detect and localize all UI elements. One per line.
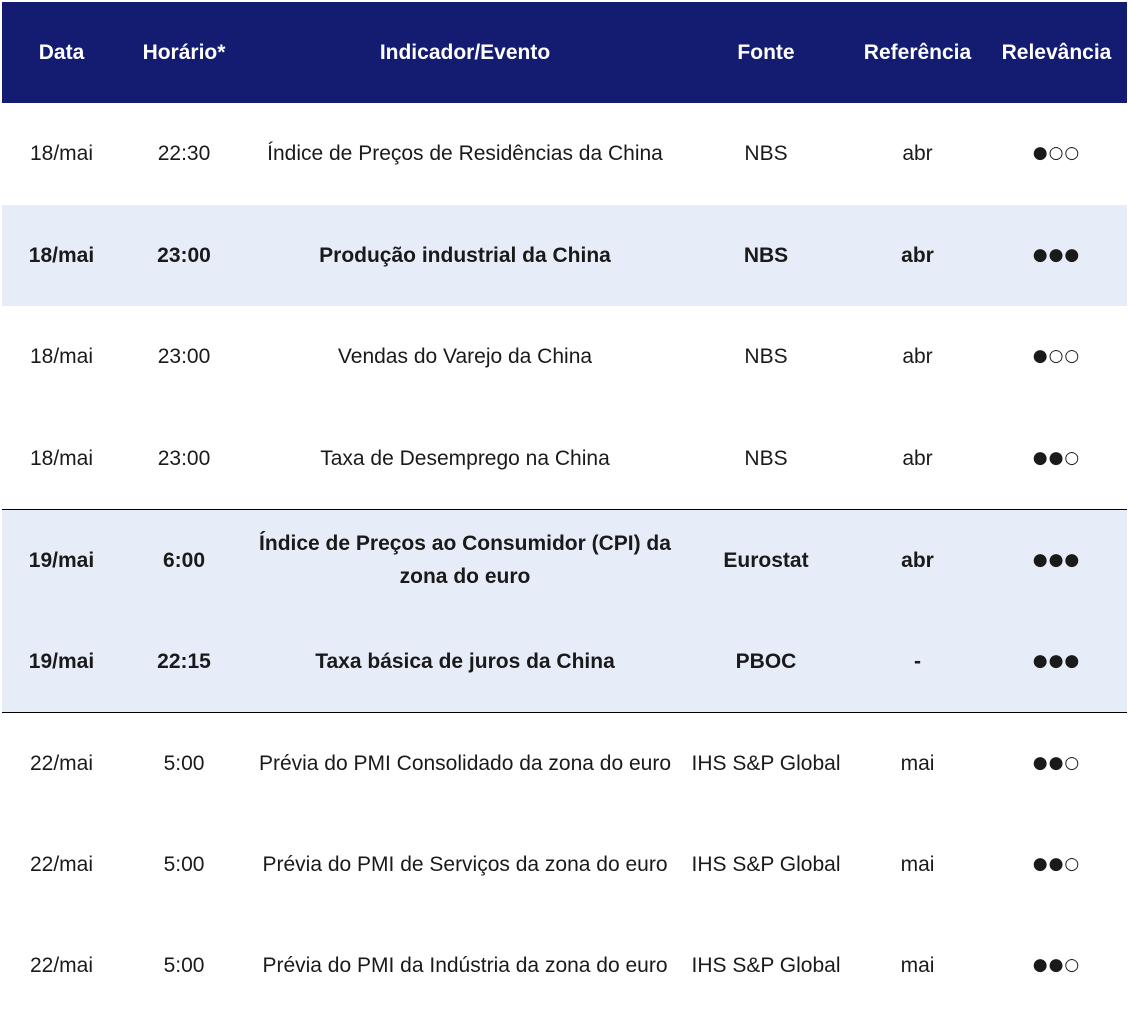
- row-date: 18/mai: [29, 345, 94, 369]
- table-row: 18/mai 23:00 Produção industrial da Chin…: [2, 204, 1127, 306]
- header-time: Horário*: [142, 41, 226, 64]
- row-reference: mai: [900, 852, 935, 876]
- row-date: 22/mai: [29, 852, 94, 876]
- row-source: IHS S&P Global: [691, 852, 841, 876]
- row-time: 23:00: [157, 345, 211, 369]
- row-source: IHS S&P Global: [691, 954, 841, 978]
- row-date: 18/mai: [29, 446, 94, 470]
- table-row: 22/mai 5:00 Prévia do PMI Consolidado da…: [2, 712, 1127, 814]
- relevance-dots: ●●●: [1032, 650, 1081, 671]
- row-date: 22/mai: [29, 954, 94, 978]
- table-row: 18/mai 22:30 Índice de Preços de Residên…: [2, 103, 1127, 205]
- relevance-dots: ●●○: [1032, 752, 1081, 773]
- row-time: 22:30: [157, 142, 211, 166]
- row-reference: abr: [902, 142, 933, 166]
- row-event: Prévia do PMI de Serviços da zona do eur…: [262, 852, 668, 876]
- table-row: 18/mai 23:00 Vendas do Varejo da China N…: [2, 306, 1127, 408]
- row-time: 23:00: [157, 243, 211, 267]
- row-event: Índice de Preços ao Consumidor (CPI) da …: [259, 532, 671, 589]
- row-event: Prévia do PMI Consolidado da zona do eur…: [258, 751, 672, 775]
- row-source: IHS S&P Global: [691, 751, 841, 775]
- row-time: 5:00: [163, 954, 205, 978]
- relevance-dots: ●●●: [1032, 244, 1081, 265]
- row-event: Taxa básica de juros da China: [315, 649, 615, 673]
- header-date: Data: [38, 41, 85, 64]
- row-source: Eurostat: [723, 548, 809, 572]
- row-event: Índice de Preços de Residências da China: [267, 142, 663, 166]
- relevance-dots: ●●○: [1032, 853, 1081, 874]
- row-reference: mai: [900, 751, 935, 775]
- row-reference: -: [914, 649, 921, 673]
- relevance-dots: ●●●: [1032, 549, 1081, 570]
- row-source: NBS: [744, 345, 788, 369]
- table-row: 22/mai 5:00 Prévia do PMI da Indústria d…: [2, 915, 1127, 1017]
- row-time: 5:00: [163, 751, 205, 775]
- row-time: 6:00: [162, 548, 206, 572]
- row-source: NBS: [744, 142, 788, 166]
- row-reference: mai: [900, 954, 935, 978]
- row-source: NBS: [743, 243, 789, 267]
- row-event: Prévia do PMI da Indústria da zona do eu…: [262, 954, 668, 978]
- header-event: Indicador/Evento: [379, 41, 551, 64]
- row-date: 18/mai: [29, 142, 94, 166]
- row-date: 19/mai: [28, 649, 95, 673]
- relevance-dots: ●●○: [1032, 447, 1081, 468]
- row-date: 18/mai: [28, 243, 95, 267]
- table-row: 19/mai 6:00 Índice de Preços ao Consumid…: [2, 509, 1127, 611]
- relevance-dots: ●●○: [1032, 955, 1081, 976]
- economic-calendar-table: Data Horário* Indicador/Evento Fonte Ref…: [2, 2, 1127, 1017]
- table-row: 22/mai 5:00 Prévia do PMI de Serviços da…: [2, 814, 1127, 916]
- row-time: 23:00: [157, 446, 211, 470]
- row-time: 5:00: [163, 852, 205, 876]
- row-reference: abr: [901, 243, 934, 267]
- row-event: Taxa de Desemprego na China: [320, 446, 610, 470]
- relevance-dots: ●○○: [1032, 346, 1081, 367]
- row-reference: abr: [902, 446, 933, 470]
- row-reference: abr: [902, 345, 933, 369]
- row-event: Produção industrial da China: [319, 243, 611, 267]
- row-time: 22:15: [157, 649, 211, 673]
- table-row: 19/mai 22:15 Taxa básica de juros da Chi…: [2, 610, 1127, 712]
- row-date: 19/mai: [28, 548, 95, 572]
- table-header: Data Horário* Indicador/Evento Fonte Ref…: [2, 2, 1127, 103]
- row-source: PBOC: [735, 649, 797, 673]
- row-source: NBS: [744, 446, 788, 470]
- row-date: 22/mai: [29, 751, 94, 775]
- row-event: Vendas do Varejo da China: [337, 345, 593, 369]
- row-reference: abr: [901, 548, 934, 572]
- table-row: 18/mai 23:00 Taxa de Desemprego na China…: [2, 408, 1127, 510]
- header-reference: Referência: [863, 41, 972, 64]
- header-relevance: Relevância: [1001, 41, 1112, 64]
- header-source: Fonte: [737, 41, 795, 64]
- relevance-dots: ●○○: [1032, 143, 1081, 164]
